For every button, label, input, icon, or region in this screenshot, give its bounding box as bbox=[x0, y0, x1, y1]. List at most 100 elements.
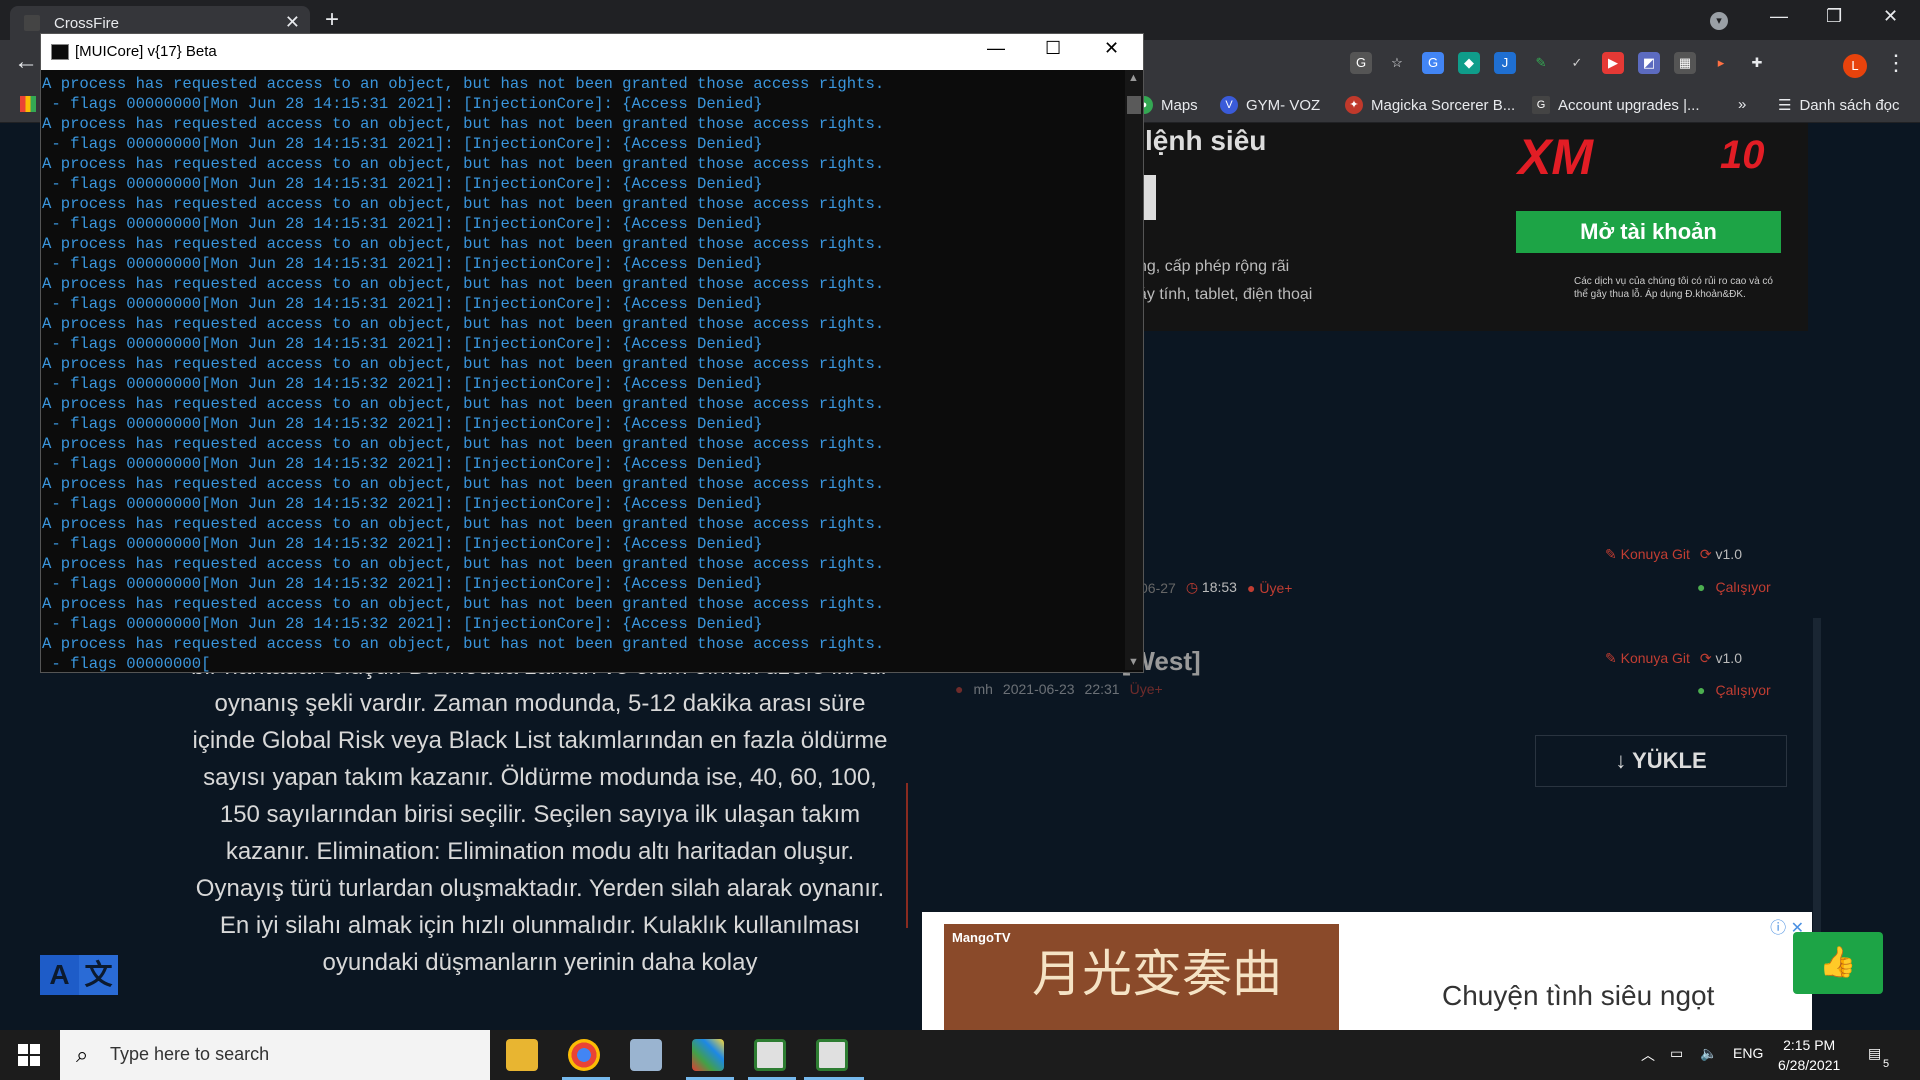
bookmarks-overflow-button[interactable]: » bbox=[1738, 96, 1746, 113]
console-line: A process has requested access to an obj… bbox=[42, 635, 885, 653]
browser-menu-icon[interactable]: ⋮ bbox=[1885, 50, 1907, 76]
language-indicator[interactable]: ENG bbox=[1733, 1045, 1763, 1061]
ad-text-line-1: ng, cấp phép rộng rãi bbox=[1138, 258, 1290, 275]
scroll-up-icon[interactable]: ▲ bbox=[1128, 72, 1139, 84]
video-extension-icon[interactable]: ▸ bbox=[1710, 52, 1732, 74]
show-hidden-icons-chevron-icon[interactable]: ︿ bbox=[1641, 1045, 1655, 1065]
battery-icon[interactable]: ▭ bbox=[1670, 1045, 1683, 1062]
console-app-icon-2[interactable] bbox=[816, 1039, 848, 1071]
system-clock[interactable]: 2:15 PM 6/28/2021 bbox=[1778, 1035, 1840, 1075]
badge-label: Üye+ bbox=[1259, 579, 1293, 596]
open-account-button[interactable]: Mở tài khoản bbox=[1516, 211, 1781, 253]
console-line: A process has requested access to an obj… bbox=[42, 235, 885, 253]
green-extension-icon[interactable]: ✎ bbox=[1530, 52, 1552, 74]
clock-time: 2:15 PM bbox=[1783, 1037, 1836, 1053]
badge-icon: ● bbox=[1246, 579, 1260, 596]
console-line: - flags 00000000[ bbox=[42, 655, 211, 673]
translate-button[interactable]: A 文 bbox=[40, 955, 118, 995]
konuya-git-link[interactable]: ✎ Konuya Git bbox=[1605, 650, 1690, 667]
volume-icon[interactable]: 🔈 bbox=[1700, 1045, 1717, 1062]
file-explorer-icon[interactable] bbox=[506, 1039, 538, 1071]
time-value: 18:53 bbox=[1201, 579, 1237, 595]
translate-page-icon[interactable]: G bbox=[1350, 52, 1372, 74]
mangotv-ad[interactable]: MangoTV 月光变奏曲 Chuyện tình siêu ngọt ⓘ ✕ bbox=[922, 912, 1812, 1030]
colorful-app-icon[interactable] bbox=[692, 1039, 724, 1071]
xm-logo: XM bbox=[1518, 129, 1593, 185]
console-line: - flags 00000000[Mon Jun 28 14:15:31 202… bbox=[42, 95, 763, 113]
magicka-icon: ✦ bbox=[1345, 96, 1363, 114]
qr-extension-icon[interactable]: ▦ bbox=[1674, 52, 1696, 74]
chrome-icon[interactable] bbox=[568, 1039, 600, 1071]
bookmark-gym-voz[interactable]: V GYM- VOZ bbox=[1220, 96, 1320, 114]
browser-close-button[interactable]: ✕ bbox=[1883, 6, 1898, 27]
console-app-icon-1[interactable] bbox=[754, 1039, 786, 1071]
console-title-bar[interactable]: [MUICore] v{17} Beta — ☐ ✕ bbox=[41, 34, 1143, 70]
browser-maximize-button[interactable]: ❐ bbox=[1826, 6, 1842, 27]
status-label: Çalışıyor bbox=[1715, 682, 1771, 698]
bookmark-maps[interactable]: ● Maps bbox=[1135, 96, 1198, 114]
divider-line bbox=[906, 783, 908, 928]
reading-list-icon: ☰ bbox=[1778, 97, 1792, 114]
notifications-icon[interactable]: ▤ bbox=[1868, 1045, 1881, 1062]
console-minimize-button[interactable]: — bbox=[987, 38, 1005, 59]
taskbar-search-box[interactable]: ⌕ Type here to search bbox=[60, 1030, 490, 1080]
file-2-time: 22:31 bbox=[1084, 681, 1120, 697]
thumbs-up-icon: 👍 bbox=[1819, 946, 1857, 979]
clock-date: 6/28/2021 bbox=[1778, 1057, 1841, 1073]
check-extension-icon[interactable]: ✓ bbox=[1566, 52, 1588, 74]
bookmark-magicka[interactable]: ✦ Magicka Sorcerer B... bbox=[1345, 96, 1515, 114]
konuya-git-link[interactable]: ✎ Konuya Git bbox=[1605, 546, 1690, 563]
profile-avatar[interactable]: L bbox=[1843, 54, 1867, 78]
apps-grid-icon[interactable] bbox=[20, 96, 36, 112]
article-text: bir haritadan oluşur. Bu modda zaman ve … bbox=[191, 653, 889, 976]
console-line: - flags 00000000[Mon Jun 28 14:15:31 202… bbox=[42, 335, 763, 353]
start-windows-icon[interactable] bbox=[18, 1044, 40, 1066]
app-window-icon[interactable] bbox=[630, 1039, 662, 1071]
vpn-extension-icon[interactable]: ◆ bbox=[1458, 52, 1480, 74]
file-1-status: ● Çalışıyor bbox=[1697, 579, 1771, 595]
j-extension-icon[interactable]: J bbox=[1494, 52, 1516, 74]
extensions-puzzle-icon[interactable]: ✚ bbox=[1746, 52, 1768, 74]
ad-text-line-2: áy tính, tablet, điện thoại bbox=[1138, 286, 1313, 303]
console-line: - flags 00000000[Mon Jun 28 14:15:32 202… bbox=[42, 575, 763, 593]
tab-close-icon[interactable]: ✕ bbox=[285, 12, 300, 33]
bookmark-label: Magicka Sorcerer B... bbox=[1371, 96, 1516, 114]
console-maximize-button[interactable]: ☐ bbox=[1045, 38, 1061, 59]
clock-icon: ◷ bbox=[1185, 579, 1202, 595]
reading-list-label: Danh sách đọc bbox=[1799, 96, 1900, 114]
bookmark-account-upgrades[interactable]: G Account upgrades |... bbox=[1532, 96, 1699, 114]
thumbs-up-button[interactable]: 👍 bbox=[1793, 932, 1883, 994]
console-line: A process has requested access to an obj… bbox=[42, 155, 885, 173]
new-tab-button[interactable]: + bbox=[325, 6, 339, 34]
console-close-button[interactable]: ✕ bbox=[1104, 38, 1119, 59]
console-line: - flags 00000000[Mon Jun 28 14:15:31 202… bbox=[42, 295, 763, 313]
tab-search-icon[interactable]: ▾ bbox=[1710, 12, 1728, 30]
status-icon: ● bbox=[1697, 579, 1706, 595]
file-1-actions: ✎ Konuya Git ⟳ v1.0 bbox=[1605, 546, 1742, 563]
console-line: - flags 00000000[Mon Jun 28 14:15:31 202… bbox=[42, 175, 763, 193]
ad-headline: lệnh siêu bbox=[1145, 125, 1267, 156]
red-extension-icon[interactable]: ▶ bbox=[1602, 52, 1624, 74]
console-scrollbar[interactable]: ▲ ▼ bbox=[1125, 70, 1143, 670]
down-arrow-icon: ↓ bbox=[1615, 748, 1633, 773]
console-line: - flags 00000000[Mon Jun 28 14:15:32 202… bbox=[42, 455, 763, 473]
voz-icon: V bbox=[1220, 96, 1238, 114]
tab-favicon-icon bbox=[24, 15, 40, 31]
bookmark-star-icon[interactable]: ☆ bbox=[1386, 52, 1408, 74]
console-scroll-thumb[interactable] bbox=[1127, 96, 1141, 114]
console-line: A process has requested access to an obj… bbox=[42, 355, 885, 373]
console-output: A process has requested access to an obj… bbox=[41, 70, 1124, 674]
konuya-git-label: Konuya Git bbox=[1620, 650, 1690, 666]
reading-list-button[interactable]: ☰ Danh sách đọc bbox=[1778, 96, 1900, 115]
console-line: A process has requested access to an obj… bbox=[42, 195, 885, 213]
google-translate-extension-icon[interactable]: G bbox=[1422, 52, 1444, 74]
console-line: - flags 00000000[Mon Jun 28 14:15:32 202… bbox=[42, 495, 763, 513]
upload-button[interactable]: ↓ YÜKLE bbox=[1535, 735, 1787, 787]
proxy-extension-icon[interactable]: ◩ bbox=[1638, 52, 1660, 74]
notification-count: 5 bbox=[1883, 1058, 1890, 1070]
edit-icon: ✎ bbox=[1605, 650, 1621, 666]
scroll-down-icon[interactable]: ▼ bbox=[1128, 656, 1139, 668]
back-arrow-icon[interactable]: ← bbox=[14, 48, 38, 76]
console-line: A process has requested access to an obj… bbox=[42, 115, 885, 133]
browser-minimize-button[interactable]: — bbox=[1770, 6, 1788, 27]
